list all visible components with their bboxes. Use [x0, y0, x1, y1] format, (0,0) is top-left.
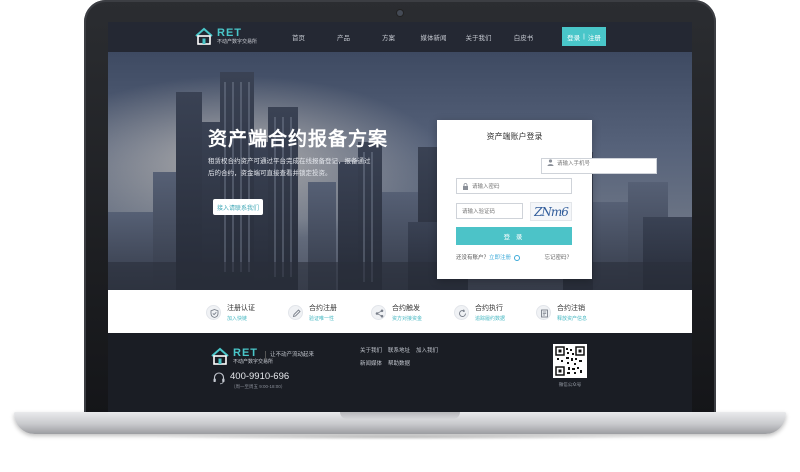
camera-icon — [397, 10, 403, 16]
nav-item-whitepaper[interactable]: 白皮书 — [501, 32, 546, 42]
footer-link-news[interactable]: 新闻媒体 — [360, 359, 382, 367]
hero-description: 租赁权合约资产可通过平台完成在线报备登记，报备通过后的合约，资金端可直接查看并锁… — [208, 158, 371, 177]
footer-slogan: 让不动产流动起来 — [265, 351, 314, 360]
hero-banner: 资产端合约报备方案 租赁权合约资产可通过平台完成在线报备登记，报备通过后的合约，… — [108, 52, 692, 290]
feature-name: 合约执行 — [475, 304, 503, 312]
login-link[interactable]: 登录 — [567, 32, 580, 42]
nav-item-about[interactable]: 关于我们 — [456, 32, 501, 42]
hero-title: 资产端合约报备方案 — [208, 129, 389, 150]
shield-check-icon — [206, 304, 221, 320]
register-link[interactable]: 注册 — [588, 32, 601, 42]
footer-logo[interactable]: RET 不动产数字交易所 — [210, 347, 273, 365]
footer-link-help[interactable]: 帮助数据 — [388, 359, 410, 367]
feature-name: 注册认证 — [227, 304, 255, 312]
register-prompt: 还没有账户？立即注册 — [456, 253, 520, 261]
share-icon — [371, 304, 386, 320]
no-account-text: 还没有账户？ — [456, 255, 490, 261]
contact-us-button[interactable]: 接入请联系我们 — [213, 199, 263, 215]
password-input[interactable]: 请输入密码 — [456, 178, 572, 194]
footer-link-about[interactable]: 关于我们 — [360, 346, 382, 354]
house-logo-icon — [194, 27, 214, 45]
footer-logo-subtitle: 不动产数字交易所 — [233, 358, 274, 365]
feature-subtitle: 验证唯一性 — [309, 315, 335, 322]
refresh-icon — [454, 304, 469, 320]
login-card: 资产端账户登录 请输入手机号 请输入密码 请输入验证码 ZNm6 登 录 还没有… — [437, 120, 657, 279]
laptop-shadow — [150, 434, 650, 440]
feature-name: 合约注册 — [309, 304, 337, 312]
footer-contact: 400-9910-696 （周一至周五 9:00-18:00） — [212, 371, 289, 390]
feature-strip: 注册认证 加入快链 合约注册 验证唯一性 合约触发 资方对接资金 合约执行 追踪… — [108, 290, 692, 333]
footer-link-join[interactable]: 加入我们 — [416, 346, 438, 354]
top-nav: RET 不动产数字交易所 首页 产品 方案 媒体新闻 关于我们 白皮书 登录 |… — [108, 22, 692, 52]
feature-name: 合约注销 — [557, 304, 585, 312]
nav-item-home[interactable]: 首页 — [276, 32, 321, 42]
feature-subtitle: 资方对接资金 — [392, 315, 423, 322]
nav-menu: 首页 产品 方案 媒体新闻 关于我们 白皮书 — [276, 22, 546, 52]
login-title: 资产端账户登录 — [486, 132, 543, 141]
feature-item: 合约执行 追踪履约数据 — [454, 298, 505, 326]
captcha-image[interactable]: ZNm6 — [530, 202, 572, 221]
feature-subtitle: 释放资产信息 — [557, 315, 588, 322]
nav-item-products[interactable]: 产品 — [321, 32, 366, 42]
lock-icon — [462, 182, 469, 190]
login-footer: 还没有账户？立即注册 忘记密码？ — [456, 253, 572, 261]
wechat-qr-code — [553, 344, 587, 378]
footer-link-address[interactable]: 联系地址 — [388, 346, 410, 354]
footer-links: 关于我们 联系地址 加入我们 新闻媒体 帮助数据 — [360, 346, 450, 367]
hotline-number: 400-9910-696 — [230, 371, 290, 382]
feature-item: 合约注册 验证唯一性 — [288, 298, 337, 326]
phone-input[interactable]: 请输入手机号 — [541, 158, 657, 174]
feature-name: 合约触发 — [392, 304, 420, 312]
register-now-link[interactable]: 立即注册 — [489, 255, 511, 261]
house-logo-icon — [210, 347, 230, 365]
password-placeholder: 请输入密码 — [472, 184, 500, 190]
nav-item-solutions[interactable]: 方案 — [366, 32, 411, 42]
document-icon — [536, 304, 551, 320]
pencil-icon — [288, 304, 303, 320]
feature-subtitle: 追踪履约数据 — [475, 315, 506, 322]
feature-subtitle: 加入快链 — [227, 315, 248, 322]
auth-separator: | — [583, 33, 585, 40]
screen: RET 不动产数字交易所 首页 产品 方案 媒体新闻 关于我们 白皮书 登录 |… — [108, 22, 692, 412]
qr-label: 微信公众号 — [558, 382, 582, 387]
user-icon — [547, 159, 554, 166]
arrow-circle-icon — [513, 254, 520, 261]
hotline-hours: （周一至周五 9:00-18:00） — [231, 384, 286, 389]
phone-placeholder: 请输入手机号 — [557, 161, 591, 167]
captcha-placeholder: 请输入验证码 — [462, 209, 496, 215]
feature-item: 合约注销 释放资产信息 — [536, 298, 587, 326]
laptop-notch — [340, 412, 460, 419]
logo-subtitle: 不动产数字交易所 — [217, 38, 258, 45]
headset-icon — [212, 371, 226, 385]
brand-logo[interactable]: RET 不动产数字交易所 — [194, 27, 257, 45]
auth-box: 登录 | 注册 — [562, 27, 606, 46]
captcha-input[interactable]: 请输入验证码 — [456, 203, 523, 219]
feature-item: 合约触发 资方对接资金 — [371, 298, 422, 326]
forgot-password-link[interactable]: 忘记密码？ — [544, 253, 572, 261]
login-submit-button[interactable]: 登 录 — [456, 227, 572, 245]
logo-text: RET — [217, 26, 242, 39]
feature-item: 注册认证 加入快链 — [206, 298, 255, 326]
footer: RET 不动产数字交易所 让不动产流动起来 400-9910-696 （周一至周… — [108, 333, 692, 412]
nav-item-media-news[interactable]: 媒体新闻 — [411, 32, 456, 42]
